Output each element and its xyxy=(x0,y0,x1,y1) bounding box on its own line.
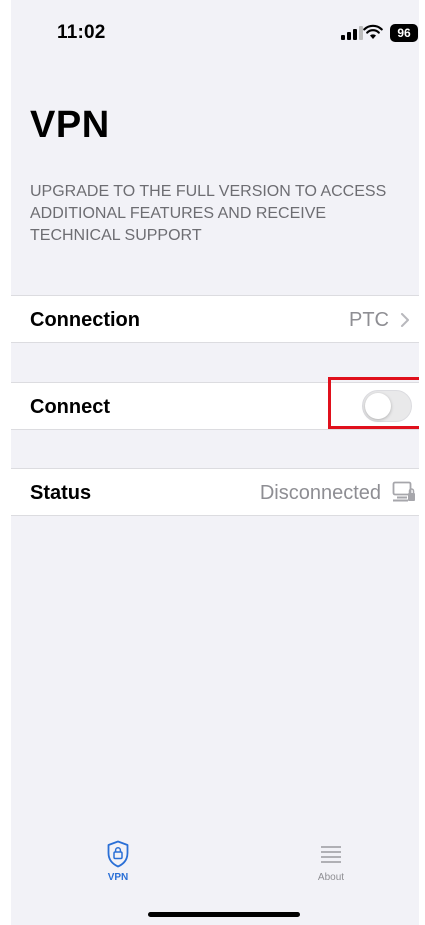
connect-row: Connect xyxy=(11,382,419,430)
signal-icon xyxy=(341,26,363,40)
tab-vpn[interactable]: VPN xyxy=(78,840,158,890)
home-indicator xyxy=(148,912,300,917)
tab-vpn-label: VPN xyxy=(107,872,129,883)
battery-icon: 96 xyxy=(390,24,418,42)
page-title: VPN xyxy=(30,104,110,146)
shield-lock-icon xyxy=(107,840,129,868)
status-time: 11:02 xyxy=(57,22,106,43)
status-label: Status xyxy=(30,482,92,504)
app-screen: 11:02 96 VPN UPGRADE TO THE FULL VERSION… xyxy=(11,0,419,925)
status-row: Status Disconnected xyxy=(11,468,419,516)
toggle-knob xyxy=(365,393,391,419)
tab-about-label: About xyxy=(317,872,345,883)
connection-value: PTC xyxy=(349,309,389,331)
tab-about[interactable]: About xyxy=(291,840,371,890)
upgrade-note: UPGRADE TO THE FULL VERSION TO ACCESS AD… xyxy=(30,183,387,244)
wifi-icon xyxy=(363,24,383,39)
connect-toggle[interactable] xyxy=(362,390,412,422)
connection-row[interactable]: Connection PTC xyxy=(11,295,419,343)
connection-label: Connection xyxy=(30,309,140,331)
status-value: Disconnected xyxy=(259,482,381,504)
connect-label: Connect xyxy=(30,396,110,418)
computer-lock-icon xyxy=(392,481,415,502)
list-icon xyxy=(321,846,341,863)
chevron-right-icon xyxy=(401,313,409,327)
